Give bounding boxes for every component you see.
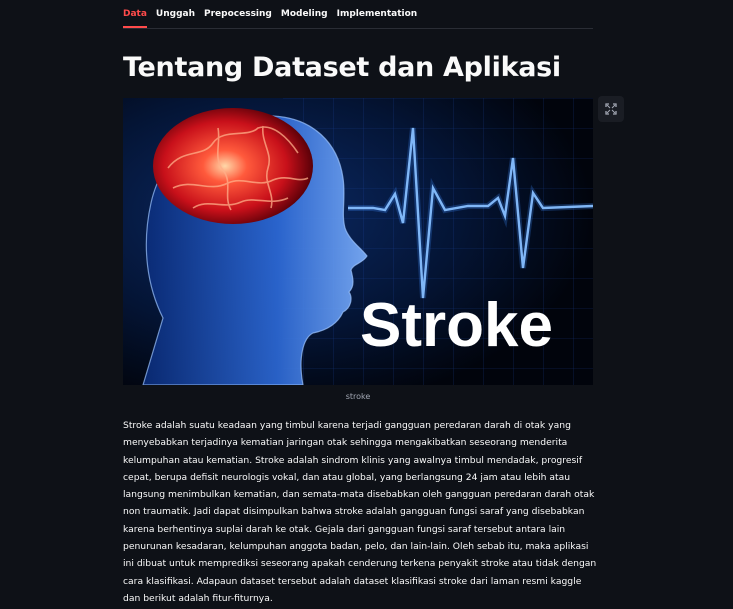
tab-prepocessing[interactable]: Prepocessing bbox=[204, 0, 272, 28]
stroke-logo-text: Stroke bbox=[360, 291, 553, 360]
tab-modeling[interactable]: Modeling bbox=[281, 0, 328, 28]
stroke-image: Stroke bbox=[123, 98, 593, 385]
tab-bar: Data Unggah Prepocessing Modeling Implem… bbox=[123, 0, 593, 29]
tab-unggah[interactable]: Unggah bbox=[156, 0, 195, 28]
tab-implementation[interactable]: Implementation bbox=[337, 0, 418, 28]
description-paragraph: Stroke adalah suatu keadaan yang timbul … bbox=[123, 420, 597, 604]
fullscreen-button[interactable] bbox=[598, 96, 624, 122]
page-title: Tentang Dataset dan Aplikasi bbox=[123, 52, 561, 83]
tab-data[interactable]: Data bbox=[123, 0, 147, 28]
fullscreen-icon bbox=[605, 103, 617, 115]
image-caption: stroke bbox=[345, 392, 371, 401]
stroke-illustration: Stroke bbox=[123, 98, 593, 385]
